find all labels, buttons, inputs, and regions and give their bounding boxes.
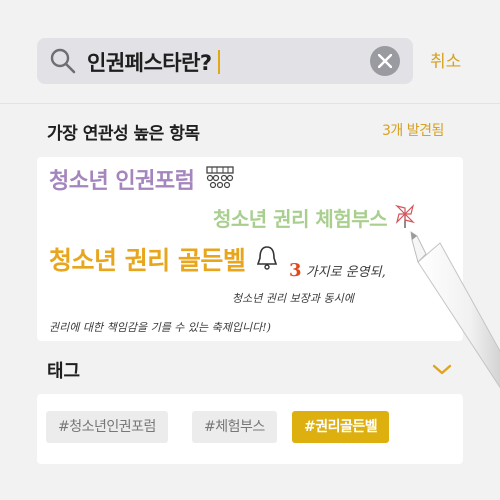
handwriting-line-3: 권리에 대한 책임감을 기를 수 있는 축제입니다!) bbox=[49, 321, 271, 334]
handwriting-number: 3 bbox=[289, 260, 302, 281]
bell-icon bbox=[256, 246, 277, 270]
tag-chip-booth[interactable]: #체험부스 bbox=[192, 411, 277, 443]
handwriting-line-2: 청소년 권리 보장과 동시에 bbox=[232, 292, 354, 305]
tag-list: #청소년인권포럼 #체험부스 #권리골든벨 bbox=[37, 394, 463, 464]
handwriting-line-1: 3 가지로 운영되, bbox=[289, 260, 386, 281]
close-icon bbox=[378, 54, 392, 68]
result-line-forum: 청소년 인권포럼 bbox=[49, 163, 236, 195]
conference-table-icon bbox=[205, 166, 234, 189]
text-cursor bbox=[217, 50, 220, 74]
chevron-down-icon[interactable] bbox=[432, 364, 452, 376]
result-card[interactable]: 청소년 인권포럼 청소년 권리 체험부스 청소년 권리 골든벨 3 가지로 운영… bbox=[37, 157, 463, 341]
tag-chip-goldenbell[interactable]: #권리골든벨 bbox=[292, 411, 390, 443]
pinwheel-icon bbox=[394, 204, 415, 228]
tag-chip-forum[interactable]: #청소년인권포럼 bbox=[46, 411, 168, 443]
results-heading: 가장 연관성 높은 항목 bbox=[47, 124, 200, 144]
clear-search-button[interactable] bbox=[370, 46, 400, 76]
search-icon bbox=[50, 48, 76, 74]
search-query: 인권페스타란? bbox=[87, 47, 220, 77]
results-count: 3개 발견됨 bbox=[382, 123, 444, 139]
search-input[interactable]: 인권페스타란? bbox=[37, 38, 413, 84]
result-line-goldenbell: 청소년 권리 골든벨 bbox=[49, 241, 280, 277]
search-bar: 인권페스타란? 취소 bbox=[0, 0, 500, 104]
result-line-booth: 청소년 권리 체험부스 bbox=[213, 203, 416, 232]
cancel-button[interactable]: 취소 bbox=[430, 47, 461, 72]
tags-heading: 태그 bbox=[47, 361, 81, 382]
